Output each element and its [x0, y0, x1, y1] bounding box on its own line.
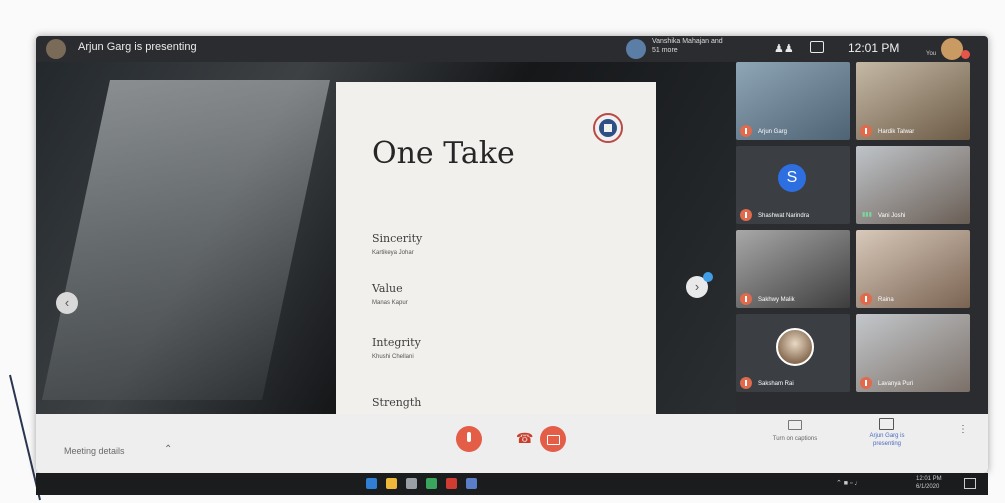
captions-button[interactable]: Turn on captions [760, 436, 830, 442]
participant-initial-avatar: S [778, 164, 806, 192]
mic-off-icon [860, 125, 872, 137]
taskbar-app-icon[interactable] [446, 478, 457, 489]
mic-off-icon [740, 125, 752, 137]
participant-tile[interactable]: Arjun Garg [736, 62, 850, 140]
notification-dot [961, 50, 970, 59]
bottom-bar: Meeting details ⌃ ☎ Turn on captions Arj… [36, 414, 988, 473]
participants-summary[interactable]: Vanshika Mahajan and 51 more [652, 37, 724, 55]
clock: 12:01 PM [848, 41, 900, 55]
participant-tile[interactable]: ▮▮▮ Vani Joshi [856, 146, 970, 224]
slide-role-sincerity: Sincerity [372, 232, 423, 245]
mic-off-icon [860, 293, 872, 305]
previous-slide-button[interactable]: ‹ [56, 292, 78, 314]
taskbar-app-icon[interactable] [406, 478, 417, 489]
presenting-status: Arjun Garg is presenting [78, 41, 197, 53]
participant-name: Lavanya Puri [878, 381, 914, 387]
taskbar-app-icon[interactable] [426, 478, 437, 489]
camera-toggle-button[interactable] [540, 426, 566, 452]
mic-off-icon [740, 293, 752, 305]
you-label: You [926, 51, 937, 57]
meeting-details-button[interactable]: Meeting details [64, 446, 125, 456]
slide: One Take Sincerity Kartikeya Johar Value… [336, 82, 656, 414]
participant-name: Arjun Garg [758, 129, 788, 135]
participant-tile[interactable]: Lavanya Puri [856, 314, 970, 392]
participants-avatar[interactable] [626, 39, 646, 59]
slide-name-value: Manas Kapur [372, 300, 408, 306]
speaking-icon: ▮▮▮ [862, 212, 872, 218]
school-crest-icon [593, 113, 623, 143]
present-icon[interactable] [879, 418, 894, 430]
slide-role-integrity: Integrity [372, 336, 421, 349]
participant-name: Shashwat Narindra [758, 213, 810, 219]
captions-icon[interactable] [788, 420, 802, 430]
taskbar-app-icon[interactable] [386, 478, 397, 489]
taskbar-app-icon[interactable] [366, 478, 377, 489]
slide-role-value: Value [372, 282, 403, 295]
presenter-avatar [46, 39, 66, 59]
slide-role-strength: Strength [372, 396, 422, 409]
participant-name: Sakhwy Malik [758, 297, 795, 303]
system-tray-icons[interactable]: ⌃ ■ ▫ ♩ [836, 479, 861, 487]
participant-tile[interactable]: Sakhwy Malik [736, 230, 850, 308]
participant-name: Saksham Rai [758, 381, 794, 387]
os-taskbar: ⌃ ■ ▫ ♩ 12:01 PM 6/1/2020 [36, 473, 988, 495]
participant-photo-avatar [776, 328, 814, 366]
taskbar-clock: 12:01 PM 6/1/2020 [916, 476, 942, 490]
presentation-area: One Take Sincerity Kartikeya Johar Value… [36, 62, 736, 414]
hang-up-icon[interactable]: ☎ [516, 430, 533, 447]
mic-off-icon [740, 209, 752, 221]
notification-center-icon[interactable] [964, 478, 976, 489]
participant-name: Raina [878, 297, 894, 303]
presenting-button[interactable]: Arjun Garg is presenting [856, 432, 918, 448]
people-icon[interactable]: ♟♟ [774, 42, 794, 55]
participant-tile[interactable]: Saksham Rai [736, 314, 850, 392]
mic-off-icon [740, 377, 752, 389]
taskbar-app-icon[interactable] [466, 478, 477, 489]
participant-name: Vani Joshi [878, 213, 906, 219]
mic-toggle-button[interactable] [456, 426, 482, 452]
slide-name-sincerity: Kartikeya Johar [372, 250, 414, 256]
slide-title: One Take [372, 136, 515, 171]
chevron-up-icon[interactable]: ⌃ [164, 444, 172, 455]
participant-tile[interactable]: Raina [856, 230, 970, 308]
participant-grid: Arjun Garg Hardik Talwar S Shashwat Nari… [736, 62, 972, 414]
pointer-dot [703, 272, 713, 282]
more-options-icon[interactable]: ⋮ [958, 425, 968, 435]
participant-tile[interactable]: S Shashwat Narindra [736, 146, 850, 224]
slide-name-integrity: Khushi Chellani [372, 354, 414, 360]
mic-off-icon [860, 377, 872, 389]
self-avatar[interactable] [941, 38, 963, 60]
top-bar: Arjun Garg is presenting Vanshika Mahaja… [36, 36, 988, 62]
chat-icon[interactable] [810, 41, 824, 53]
participant-tile[interactable]: Hardik Talwar [856, 62, 970, 140]
participant-name: Hardik Talwar [878, 129, 915, 135]
meet-window: Arjun Garg is presenting Vanshika Mahaja… [36, 36, 988, 473]
